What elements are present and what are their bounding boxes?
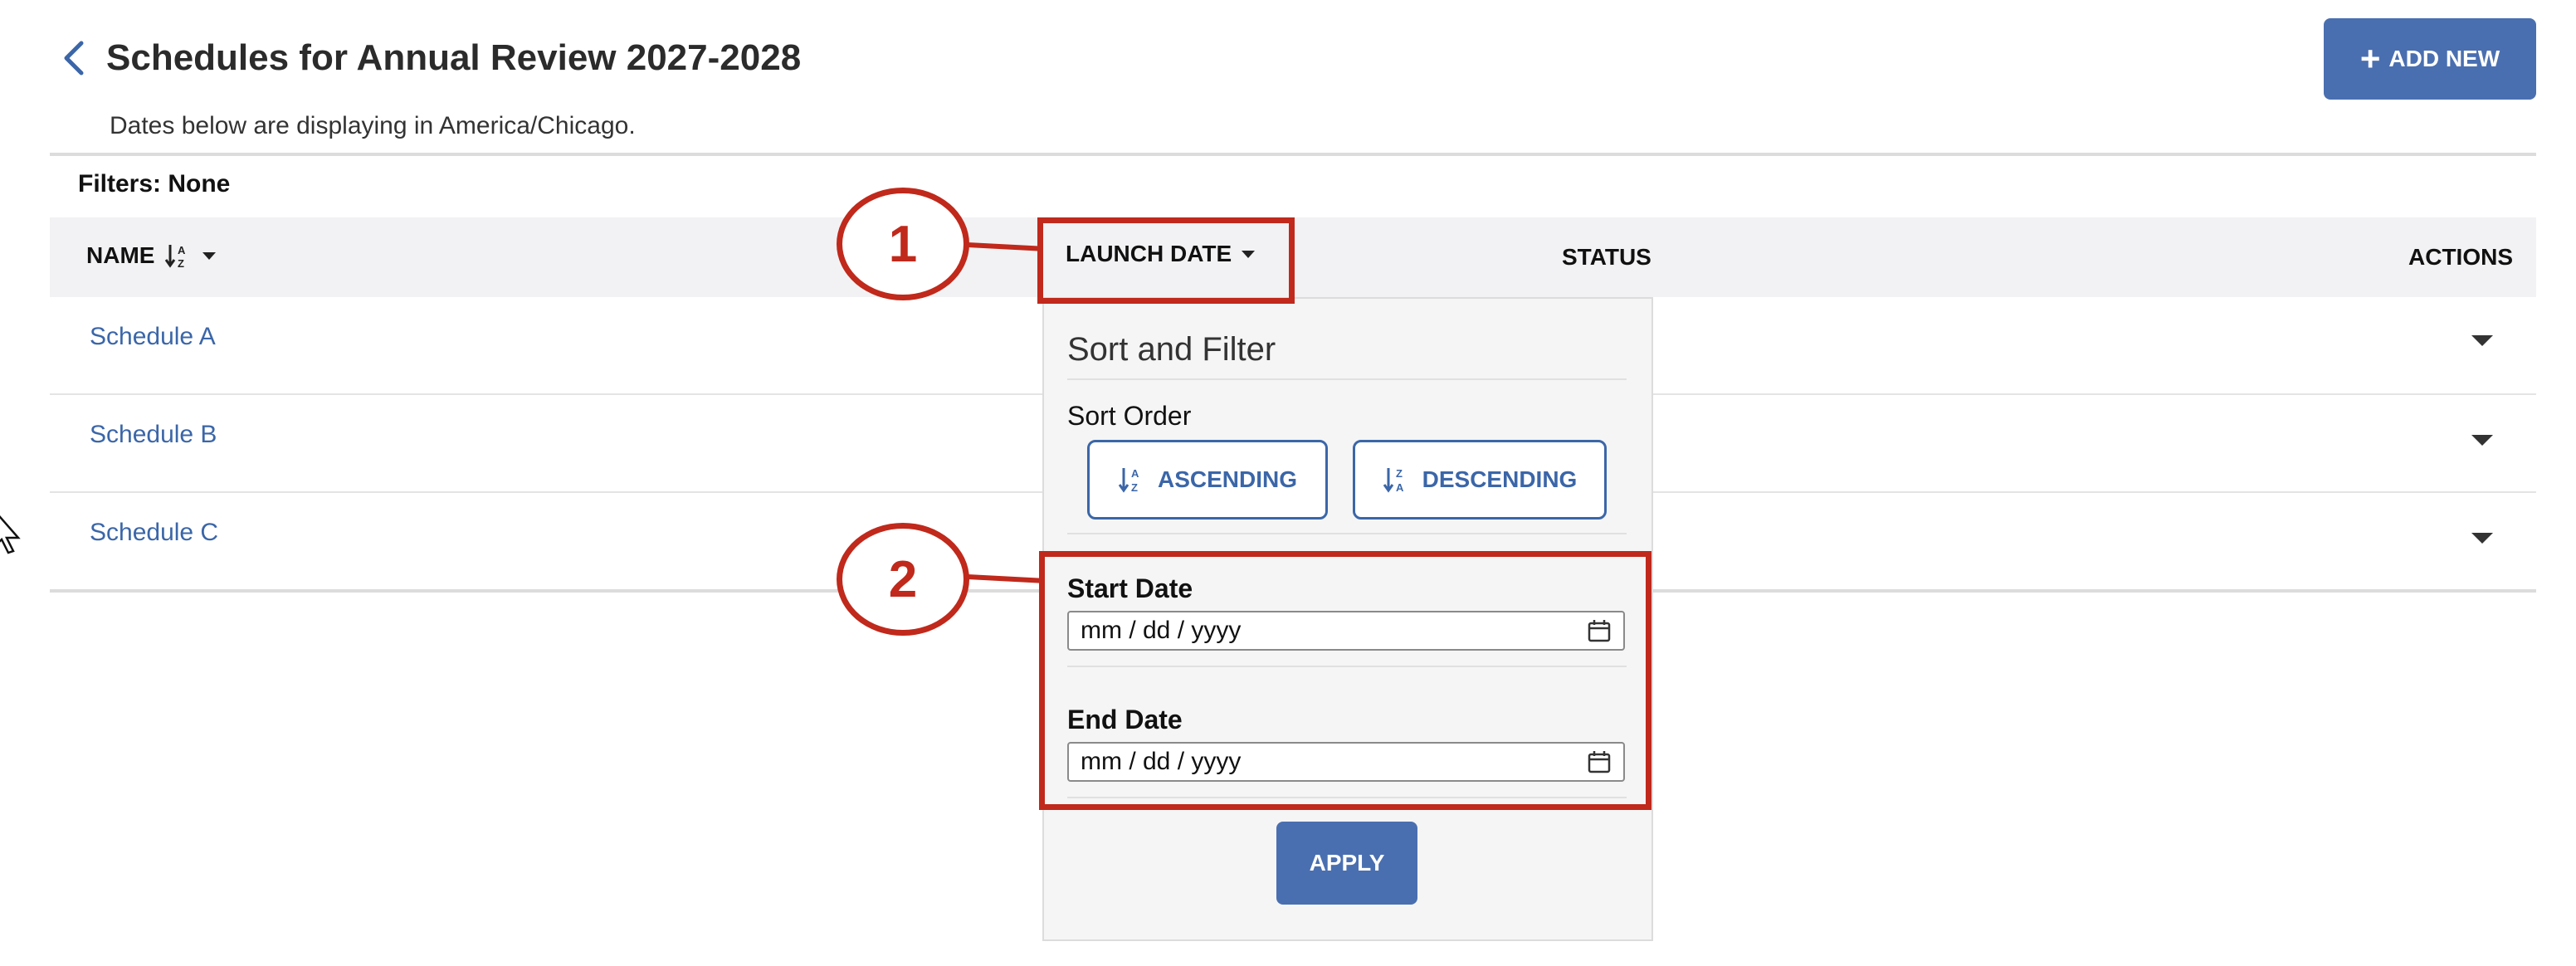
schedule-link[interactable]: Schedule A: [90, 320, 216, 354]
highlight-box-date-range: [1039, 551, 1651, 810]
svg-text:Z: Z: [1131, 481, 1138, 494]
column-header-status: STATUS: [1562, 241, 1651, 274]
header-divider: [50, 153, 2536, 156]
timezone-note: Dates below are displaying in America/Ch…: [110, 112, 636, 139]
mouse-cursor-icon: [0, 515, 21, 554]
row-actions-chevron-down-icon[interactable]: [2471, 533, 2493, 544]
column-actions-label: ACTIONS: [2408, 244, 2513, 270]
add-new-label: ADD NEW: [2388, 46, 2500, 71]
svg-text:A: A: [178, 244, 186, 256]
page-title: Schedules for Annual Review 2027-2028: [106, 37, 802, 78]
schedule-link[interactable]: Schedule B: [90, 418, 217, 451]
highlight-box-launch-date: [1037, 217, 1295, 304]
back-chevron-icon[interactable]: [58, 38, 91, 78]
descending-label: DESCENDING: [1422, 466, 1578, 492]
filters-summary: Filters: None: [78, 170, 231, 198]
add-new-button[interactable]: + ADD NEW: [2324, 18, 2536, 100]
sort-descending-button[interactable]: Z A DESCENDING: [1353, 440, 1607, 520]
sort-ascending-button[interactable]: A Z ASCENDING: [1087, 440, 1328, 520]
divider: [1067, 533, 1627, 534]
svg-text:Z: Z: [1396, 467, 1403, 480]
svg-text:A: A: [1131, 467, 1139, 480]
svg-text:A: A: [1396, 481, 1404, 494]
column-header-actions: ACTIONS: [2408, 241, 2513, 274]
sort-order-label: Sort Order: [1067, 401, 1192, 431]
column-name-label: NAME: [86, 242, 155, 268]
divider: [1067, 378, 1627, 380]
callout-1: 1: [837, 188, 969, 300]
sort-alpha-asc-icon: A Z: [165, 244, 186, 270]
column-status-label: STATUS: [1562, 244, 1651, 270]
sort-alpha-asc-icon: A Z: [1118, 467, 1139, 494]
column-header-name[interactable]: NAME A Z: [86, 239, 217, 272]
callout-2: 2: [837, 523, 969, 636]
chevron-down-icon: [202, 251, 217, 260]
ascending-label: ASCENDING: [1157, 466, 1297, 492]
plus-icon: +: [2359, 39, 2381, 78]
schedule-link[interactable]: Schedule C: [90, 516, 218, 549]
row-actions-chevron-down-icon[interactable]: [2471, 435, 2493, 446]
row-actions-chevron-down-icon[interactable]: [2471, 335, 2493, 346]
svg-text:Z: Z: [178, 257, 184, 270]
sort-filter-title: Sort and Filter: [1067, 331, 1276, 368]
apply-button[interactable]: APPLY: [1276, 822, 1417, 905]
sort-alpha-desc-icon: Z A: [1383, 467, 1404, 494]
